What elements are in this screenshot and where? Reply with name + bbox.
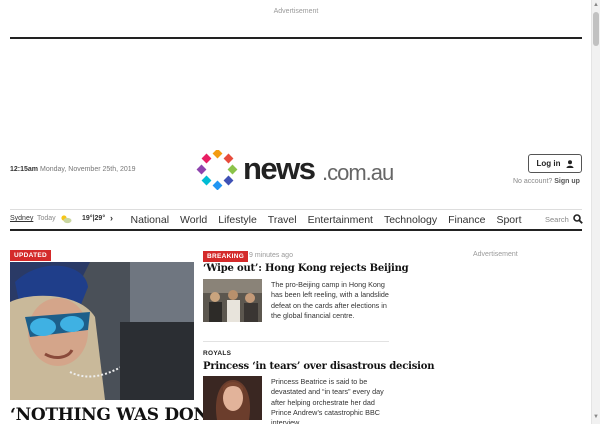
masthead-time: 12:15am bbox=[10, 166, 39, 173]
logo-dots-icon bbox=[196, 150, 238, 190]
section-links: National World Lifestyle Travel Entertai… bbox=[125, 213, 527, 227]
login-button[interactable]: Log in bbox=[528, 154, 582, 173]
breaking-badge: BREAKING bbox=[203, 251, 249, 262]
scroll-up-icon[interactable]: ▲ bbox=[593, 2, 599, 8]
login-label: Log in bbox=[536, 159, 561, 168]
story-headline-hong-kong[interactable]: ‘Wipe out’: Hong Kong rejects Beijing bbox=[203, 263, 409, 274]
no-account-text: No account? bbox=[513, 178, 553, 185]
story-thumbnail-princess[interactable] bbox=[203, 376, 262, 420]
portrait-photo-icon bbox=[203, 376, 262, 420]
nav-item-sport[interactable]: Sport bbox=[491, 213, 527, 227]
updated-badge: UPDATED bbox=[10, 250, 52, 261]
story-summary-hong-kong: The pro-Beijing camp in Hong Kong has be… bbox=[271, 280, 389, 320]
temperature-range: 19°|29° bbox=[82, 215, 106, 222]
site-logo[interactable]: news .com.au bbox=[196, 150, 406, 190]
account-prompt: No account? Sign up bbox=[513, 178, 580, 185]
page-scrollbar[interactable]: ▲ ▼ bbox=[591, 0, 600, 424]
nav-item-finance[interactable]: Finance bbox=[443, 213, 491, 227]
story-summary-princess: Princess Beatrice is said to be devastat… bbox=[271, 377, 384, 424]
signup-link[interactable]: Sign up bbox=[554, 178, 580, 185]
lead-story-headline[interactable]: ‘NOTHING WAS DONE’: bbox=[10, 405, 233, 424]
chevron-right-icon[interactable]: › bbox=[110, 213, 113, 223]
logo-domain: .com.au bbox=[322, 160, 394, 185]
nav-item-entertainment[interactable]: Entertainment bbox=[302, 213, 378, 227]
main-navigation: Sydney Today 19°|29° › National World Li… bbox=[10, 209, 583, 231]
location-link[interactable]: Sydney bbox=[10, 215, 33, 222]
nav-item-national[interactable]: National bbox=[125, 213, 175, 227]
crowd-photo-icon bbox=[203, 279, 262, 322]
right-advertisement-label: Advertisement bbox=[473, 251, 518, 258]
user-icon bbox=[566, 159, 573, 168]
scroll-down-icon[interactable]: ▼ bbox=[593, 414, 599, 420]
story-thumbnail-hong-kong[interactable] bbox=[203, 279, 262, 322]
nav-item-technology[interactable]: Technology bbox=[378, 213, 442, 227]
story-headline-princess[interactable]: Princess ‘in tears’ over disastrous deci… bbox=[203, 361, 434, 372]
nav-item-travel[interactable]: Travel bbox=[262, 213, 302, 227]
logo-wordmark: news bbox=[243, 151, 316, 186]
section-kicker-royals[interactable]: ROYALS bbox=[203, 350, 231, 357]
masthead-date: 12:15am Monday, November 25th, 2019 bbox=[10, 166, 136, 173]
lead-story-image[interactable] bbox=[10, 262, 194, 400]
today-label: Today bbox=[37, 215, 56, 222]
top-divider bbox=[10, 37, 582, 39]
nav-item-world[interactable]: World bbox=[175, 213, 213, 227]
search-icon[interactable] bbox=[573, 214, 583, 224]
partly-sunny-icon bbox=[61, 215, 72, 224]
search-label[interactable]: Search bbox=[545, 215, 569, 224]
masthead-date-text: Monday, November 25th, 2019 bbox=[39, 166, 136, 173]
nav-item-lifestyle[interactable]: Lifestyle bbox=[213, 213, 263, 227]
top-advertisement-label: Advertisement bbox=[273, 8, 319, 15]
story-timestamp: 9 minutes ago bbox=[249, 252, 293, 259]
lead-photo-icon bbox=[10, 262, 194, 400]
story-divider bbox=[203, 341, 389, 342]
scroll-thumb[interactable] bbox=[593, 12, 599, 46]
